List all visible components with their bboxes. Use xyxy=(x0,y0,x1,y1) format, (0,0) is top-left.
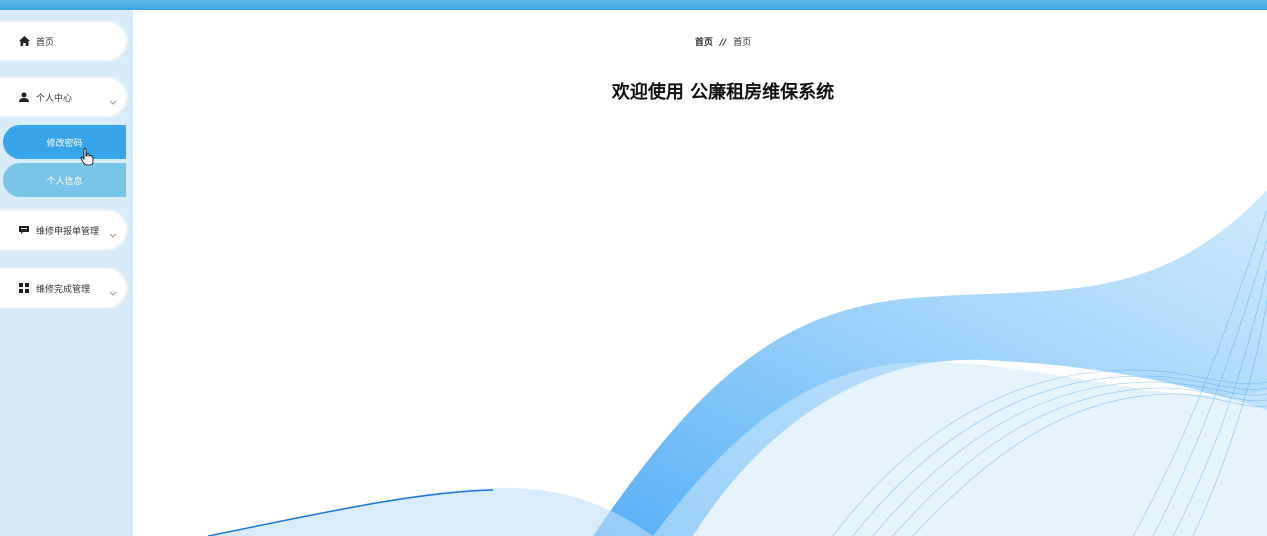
sidebar-subitem-personal-info[interactable]: 个人信息 xyxy=(3,163,126,197)
chevron-down-icon xyxy=(108,92,118,105)
message-icon xyxy=(18,224,30,236)
sidebar: 首页 个人中心 修改密码 个人信息 维修申报单管理 维修完成管理 xyxy=(0,10,133,536)
home-icon xyxy=(18,35,30,47)
page-title: 欢迎使用 公廉租房维保系统 xyxy=(611,82,835,103)
breadcrumb: 首页 // 首页 xyxy=(133,35,1267,48)
sidebar-subitem-change-password[interactable]: 修改密码 xyxy=(3,125,126,159)
sidebar-item-repair-request[interactable]: 维修申报单管理 xyxy=(0,209,128,251)
sidebar-item-label: 维修申报单管理 xyxy=(36,226,100,237)
sidebar-item-home[interactable]: 首页 xyxy=(0,20,128,62)
hand-cursor-icon xyxy=(80,148,94,166)
sidebar-item-personal-center[interactable]: 个人中心 xyxy=(0,76,128,118)
chevron-down-icon xyxy=(108,225,118,238)
top-bar xyxy=(0,0,1267,10)
user-icon xyxy=(18,91,30,103)
breadcrumb-separator: // xyxy=(719,38,727,48)
sidebar-subitem-label: 修改密码 xyxy=(46,138,83,149)
grid-icon xyxy=(18,282,30,294)
sidebar-item-label: 首页 xyxy=(36,37,55,48)
breadcrumb-current: 首页 xyxy=(733,38,752,48)
sidebar-item-label: 维修完成管理 xyxy=(36,284,91,295)
sidebar-subitem-label: 个人信息 xyxy=(46,176,83,187)
chevron-down-icon xyxy=(108,283,118,296)
sidebar-item-repair-complete[interactable]: 维修完成管理 xyxy=(0,267,128,309)
breadcrumb-home[interactable]: 首页 xyxy=(695,38,713,48)
main-content: 首页 // 首页 欢迎使用 公廉租房维保系统 xyxy=(133,10,1267,536)
sidebar-item-label: 个人中心 xyxy=(36,93,73,104)
